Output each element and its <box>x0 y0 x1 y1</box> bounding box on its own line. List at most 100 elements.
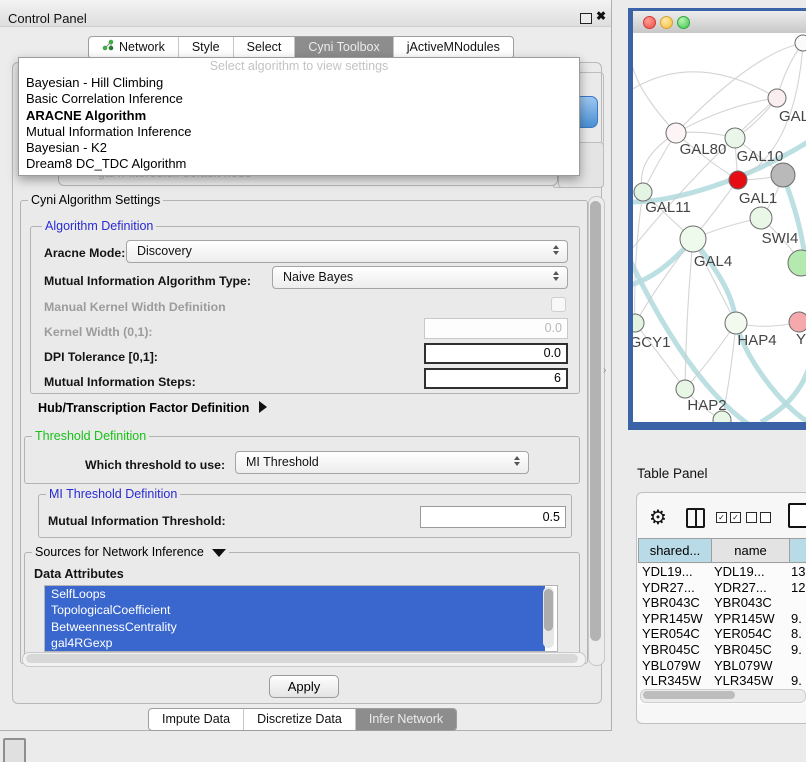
select-all-checkboxes-icon[interactable]: ✓✓ <box>716 512 741 523</box>
mi-steps-field[interactable]: 6 <box>424 368 568 389</box>
node-label-hap2: HAP2 <box>687 397 726 414</box>
network-node[interactable] <box>725 312 747 334</box>
tab-infer-network[interactable]: Infer Network <box>356 709 456 730</box>
network-node[interactable] <box>750 207 772 229</box>
zoom-traffic-light-icon[interactable] <box>677 16 690 29</box>
network-node[interactable] <box>768 89 786 107</box>
settings-vertical-scrollbar-thumb[interactable] <box>590 201 601 641</box>
attr-list-scrollbar-thumb[interactable] <box>544 589 553 631</box>
table-cell: 13 <box>787 564 806 580</box>
apply-button[interactable]: Apply <box>269 675 339 698</box>
network-node[interactable] <box>788 250 806 276</box>
network-node[interactable] <box>771 163 795 187</box>
node-label-gal11: GAL11 <box>645 199 691 216</box>
algorithm-option[interactable]: Bayesian - Hill Climbing <box>19 75 579 91</box>
tab-label: Select <box>247 37 282 58</box>
table-horizontal-scrollbar-thumb[interactable] <box>643 691 735 699</box>
algorithm-dropdown-popup: Select algorithm to view settings Bayesi… <box>18 57 580 176</box>
table-row[interactable]: YER054CYER054C8. <box>638 626 806 642</box>
deselect-all-checkboxes-icon[interactable] <box>746 512 771 523</box>
algorithm-definition-title: Algorithm Definition <box>42 219 156 233</box>
table-row[interactable]: YDL19...YDL19...13 <box>638 564 806 580</box>
tab-cyni-toolbox[interactable]: Cyni Toolbox <box>295 37 393 58</box>
tab-discretize-data[interactable]: Discretize Data <box>244 709 356 730</box>
control-panel-titlebar <box>0 0 611 27</box>
sources-toggle[interactable]: Sources for Network Inference <box>32 545 229 559</box>
table-row[interactable]: YBR045CYBR045C9. <box>638 642 806 658</box>
node-label-gal1: GAL1 <box>739 190 777 207</box>
network-node[interactable] <box>633 314 644 332</box>
algorithm-option[interactable]: Mutual Information Inference <box>19 124 579 140</box>
table-cell: YPR145W <box>638 611 710 627</box>
aracne-mode-combobox[interactable]: Discovery <box>126 240 568 263</box>
table-row[interactable]: YBL079WYBL079W <box>638 658 806 674</box>
float-window-icon[interactable] <box>580 13 592 24</box>
table-column-header[interactable]: name <box>712 538 790 563</box>
tab-jactivemnodules[interactable]: jActiveMNodules <box>394 37 513 58</box>
cyni-algorithm-settings-title: Cyni Algorithm Settings <box>28 193 163 207</box>
network-edge <box>633 72 777 98</box>
network-canvas[interactable]: GAL7GAL80GAL10GAL11GAL1SWI4GAL4GCY1HAP4Y… <box>633 33 806 422</box>
table-cell: YDL19... <box>710 564 787 580</box>
node-label-gal80: GAL80 <box>680 141 727 158</box>
table-cell: YLR345W <box>638 673 710 689</box>
which-threshold-combobox[interactable]: MI Threshold <box>235 451 529 474</box>
aracne-mode-value: Discovery <box>137 244 192 258</box>
document-icon[interactable] <box>788 503 806 528</box>
tab-label: Impute Data <box>162 709 230 730</box>
network-node[interactable] <box>789 312 806 332</box>
table-column-header[interactable] <box>790 538 806 563</box>
manual-kernel-width-checkbox[interactable] <box>551 297 566 312</box>
splitter-handle[interactable]: › <box>603 365 606 376</box>
table-cell: 9. <box>787 673 806 689</box>
node-label-gal4: GAL4 <box>694 253 732 270</box>
table-cell: 8. <box>787 626 806 642</box>
algorithm-option[interactable]: ARACNE Algorithm <box>19 108 579 124</box>
kernel-width-field[interactable]: 0.0 <box>424 318 568 339</box>
algorithm-option[interactable]: Basic Correlation Inference <box>19 91 579 107</box>
network-tab-icon <box>102 37 114 58</box>
network-window-titlebar[interactable] <box>633 11 806 34</box>
tab-select[interactable]: Select <box>234 37 296 58</box>
network-node[interactable] <box>795 35 806 51</box>
tab-style[interactable]: Style <box>179 37 234 58</box>
minimize-traffic-light-icon[interactable] <box>660 16 673 29</box>
network-node[interactable] <box>729 171 747 189</box>
algorithm-option[interactable]: Bayesian - K2 <box>19 140 579 156</box>
data-attribute-item[interactable]: TopologicalCoefficient <box>45 602 545 618</box>
network-node[interactable] <box>725 128 745 148</box>
close-icon[interactable]: ✖ <box>596 9 606 23</box>
data-attribute-item[interactable]: gal4RGexp <box>45 635 545 651</box>
node-label-gal10: GAL10 <box>737 148 784 165</box>
table-settings-gear-icon[interactable]: ⚙ <box>649 505 667 530</box>
hub-tf-definition-toggle[interactable]: Hub/Transcription Factor Definition <box>38 401 267 415</box>
network-edge <box>635 192 643 323</box>
network-node[interactable] <box>680 226 706 252</box>
table-panel-title: Table Panel <box>637 466 708 481</box>
table-column-header[interactable]: shared... <box>638 538 712 563</box>
table-row[interactable]: YBR043CYBR043C <box>638 595 806 611</box>
network-edge <box>633 60 676 133</box>
close-traffic-light-icon[interactable] <box>643 16 656 29</box>
table-row[interactable]: YLR345WYLR345W9. <box>638 673 806 689</box>
table-cell: YDR27... <box>710 580 787 596</box>
collapsed-arrow-icon <box>259 401 267 413</box>
tab-impute-data[interactable]: Impute Data <box>149 709 244 730</box>
mi-algorithm-type-combobox[interactable]: Naive Bayes <box>272 266 568 289</box>
data-attribute-item[interactable]: SelfLoops <box>45 586 545 602</box>
network-node[interactable] <box>676 380 694 398</box>
table-row[interactable]: YDR27...YDR27...12 <box>638 580 806 596</box>
tab-network[interactable]: Network <box>89 37 179 58</box>
table-row[interactable]: YPR145WYPR145W9. <box>638 611 806 627</box>
data-attribute-item[interactable]: BetweennessCentrality <box>45 619 545 635</box>
mi-threshold-field[interactable]: 0.5 <box>420 506 566 528</box>
manual-kernel-width-label: Manual Kernel Width Definition <box>44 300 226 314</box>
dpi-tolerance-field[interactable]: 0.0 <box>424 343 568 364</box>
network-node[interactable] <box>666 123 686 143</box>
dock-grip-icon[interactable] <box>3 738 26 762</box>
settings-horizontal-scrollbar-thumb[interactable] <box>26 654 578 663</box>
which-threshold-value: MI Threshold <box>246 455 319 469</box>
split-columns-icon[interactable] <box>686 508 705 528</box>
which-threshold-label: Which threshold to use: <box>85 458 225 472</box>
algorithm-option[interactable]: Dream8 DC_TDC Algorithm <box>19 156 579 172</box>
